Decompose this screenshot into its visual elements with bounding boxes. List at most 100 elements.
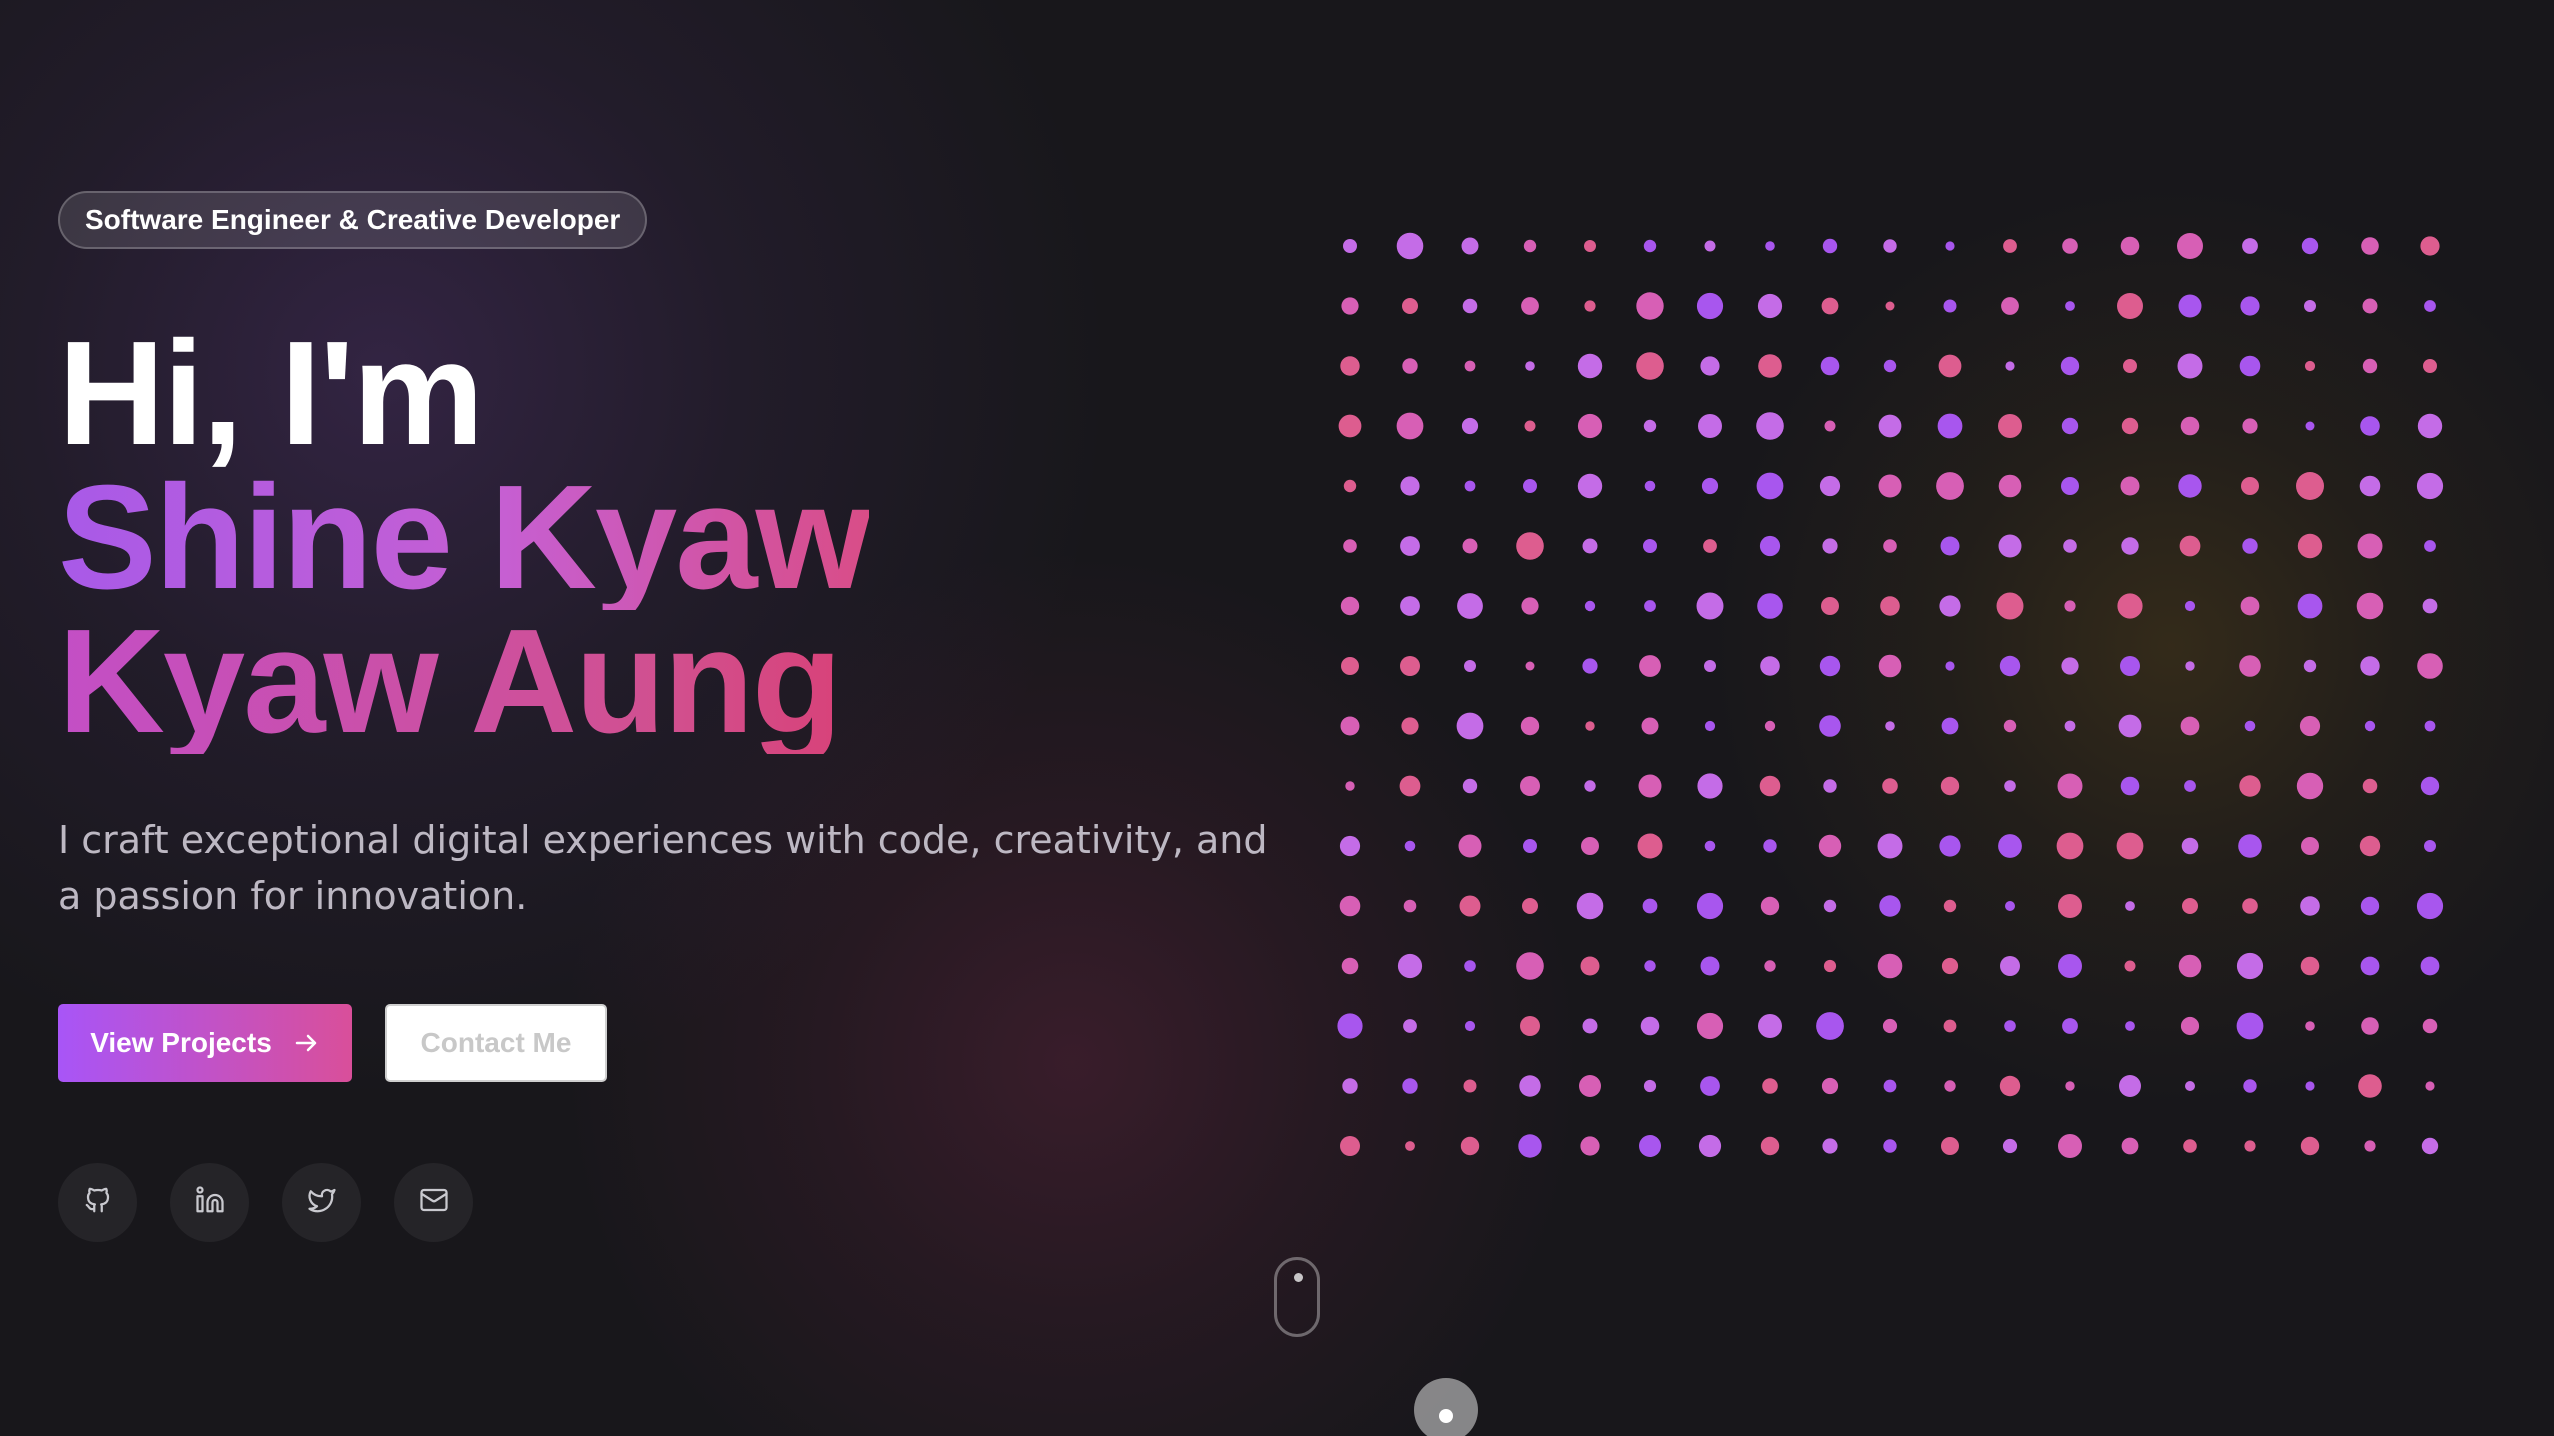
dot bbox=[2299, 715, 2321, 737]
dot bbox=[1579, 1075, 1601, 1097]
dot bbox=[1582, 1018, 1598, 1034]
dot bbox=[2360, 896, 2380, 916]
dot bbox=[2002, 1138, 2018, 1154]
dot bbox=[2416, 892, 2444, 920]
dot bbox=[2003, 239, 2017, 253]
dot bbox=[1580, 956, 1600, 976]
dot bbox=[1585, 721, 1595, 731]
dot bbox=[1581, 837, 1599, 855]
dot bbox=[1461, 417, 1479, 435]
dot bbox=[2360, 656, 2380, 676]
dot bbox=[1402, 1078, 1418, 1094]
dot bbox=[1400, 596, 1420, 616]
dot bbox=[1582, 658, 1598, 674]
dot bbox=[1819, 655, 1841, 677]
dot bbox=[1943, 899, 1957, 913]
dot bbox=[1343, 479, 1357, 493]
dot bbox=[1636, 292, 1664, 320]
dot bbox=[1878, 654, 1902, 678]
dot bbox=[1698, 414, 1722, 438]
dot bbox=[1760, 1136, 1780, 1156]
dot bbox=[2236, 1012, 2264, 1040]
dot bbox=[1523, 839, 1537, 853]
dot bbox=[1340, 716, 1360, 736]
dot bbox=[1643, 239, 1657, 253]
contact-me-button[interactable]: Contact Me bbox=[385, 1004, 607, 1082]
mouse-scroll-icon bbox=[1294, 1273, 1303, 1282]
dot bbox=[1945, 661, 1955, 671]
twitter-link[interactable] bbox=[282, 1163, 361, 1242]
dot bbox=[1400, 536, 1420, 556]
dot bbox=[1757, 293, 1783, 319]
dot bbox=[2062, 1018, 2078, 1034]
dot bbox=[2356, 592, 2384, 620]
email-link[interactable] bbox=[394, 1163, 473, 1242]
dot bbox=[2362, 298, 2378, 314]
dot bbox=[1399, 775, 1421, 797]
dot bbox=[1456, 712, 1484, 740]
dot bbox=[1764, 960, 1776, 972]
dot bbox=[1518, 1134, 1542, 1158]
dot bbox=[2417, 653, 2443, 679]
dot bbox=[1998, 534, 2022, 558]
dot bbox=[2005, 361, 2015, 371]
dot bbox=[1823, 899, 1837, 913]
dot bbox=[2177, 233, 2203, 259]
dot bbox=[2241, 477, 2259, 495]
dot bbox=[1759, 775, 1781, 797]
dot bbox=[2420, 236, 2440, 256]
dot bbox=[1700, 956, 1720, 976]
dot bbox=[1520, 1016, 1540, 1036]
dot bbox=[1520, 716, 1540, 736]
dot bbox=[1464, 960, 1476, 972]
dot bbox=[1941, 717, 1959, 735]
dot bbox=[1883, 239, 1897, 253]
dot bbox=[1639, 1135, 1661, 1157]
portfolio-hero-page: Software Engineer & Creative Developer H… bbox=[0, 0, 2554, 1436]
dot bbox=[2364, 1140, 2376, 1152]
linkedin-link[interactable] bbox=[170, 1163, 249, 1242]
scroll-indicator[interactable] bbox=[1274, 1257, 1320, 1337]
dot bbox=[2178, 474, 2202, 498]
dot bbox=[2240, 296, 2260, 316]
dot bbox=[1642, 898, 1658, 914]
dot bbox=[1696, 892, 1724, 920]
dot bbox=[1823, 959, 1837, 973]
dot bbox=[2242, 898, 2258, 914]
dot bbox=[2056, 832, 2084, 860]
dot bbox=[2184, 600, 2196, 612]
dot bbox=[2005, 901, 2015, 911]
dot bbox=[1639, 655, 1661, 677]
dot bbox=[1937, 413, 1963, 439]
dot bbox=[1943, 1019, 1957, 1033]
dot bbox=[1577, 473, 1603, 499]
dot bbox=[1821, 297, 1839, 315]
dot bbox=[1637, 833, 1663, 859]
dot bbox=[2424, 840, 2436, 852]
dot bbox=[1459, 895, 1481, 917]
dot bbox=[1760, 896, 1780, 916]
dot bbox=[2424, 720, 2436, 732]
dot bbox=[1516, 532, 1544, 560]
dot bbox=[1878, 414, 1902, 438]
dot bbox=[1764, 720, 1776, 732]
dot bbox=[2183, 1139, 2197, 1153]
dot bbox=[2065, 301, 2075, 311]
dot bbox=[2242, 238, 2258, 254]
view-projects-button[interactable]: View Projects bbox=[58, 1004, 352, 1082]
dot bbox=[1878, 474, 1902, 498]
dot bbox=[1700, 356, 1720, 376]
dot bbox=[1397, 953, 1423, 979]
dot bbox=[1339, 835, 1361, 857]
role-badge: Software Engineer & Creative Developer bbox=[58, 191, 648, 249]
dot bbox=[2124, 960, 2136, 972]
dot bbox=[1340, 596, 1360, 616]
dot bbox=[1879, 895, 1901, 917]
dot bbox=[1337, 1013, 1363, 1039]
dot bbox=[1696, 292, 1724, 320]
dot bbox=[1819, 475, 1841, 497]
dot bbox=[2004, 780, 2016, 792]
dot bbox=[2125, 901, 2135, 911]
github-link[interactable] bbox=[58, 1163, 137, 1242]
dot bbox=[1823, 779, 1837, 793]
